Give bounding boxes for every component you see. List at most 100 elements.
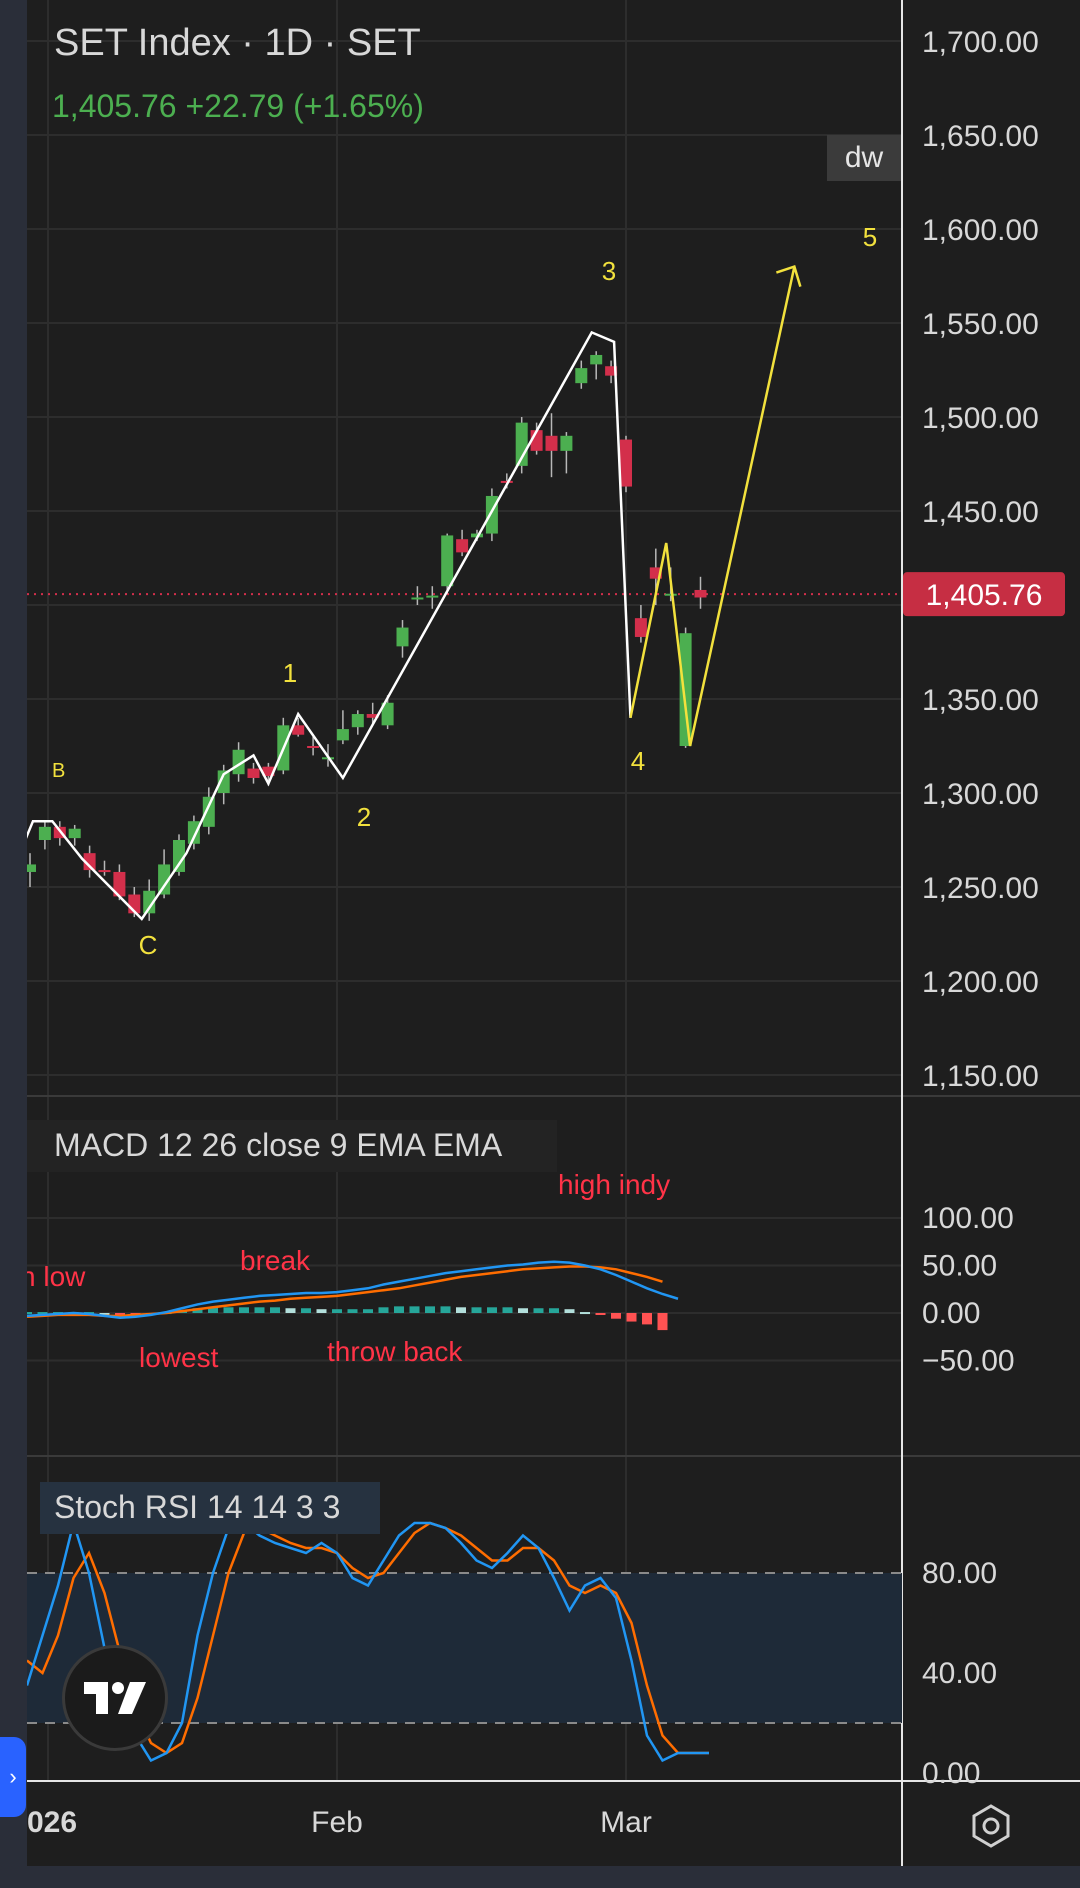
hexagon-settings-icon — [972, 1804, 1010, 1848]
wave-label-1: 1 — [283, 658, 297, 688]
candle — [98, 860, 111, 876]
chevron-right-icon: › — [9, 1764, 17, 1789]
candle-body — [694, 589, 707, 598]
candle — [351, 710, 364, 735]
macd-histogram-bar — [642, 1313, 652, 1325]
candle-body — [426, 595, 439, 598]
chart-settings-button[interactable] — [965, 1800, 1017, 1852]
candle — [575, 360, 588, 389]
wave-label-c: C — [139, 930, 158, 960]
macd-axis-label: −50.00 — [922, 1345, 1015, 1378]
macd-histogram-bar — [347, 1309, 358, 1313]
candle — [694, 576, 707, 609]
stoch-axis-label: 80.00 — [922, 1557, 997, 1590]
candle — [396, 620, 409, 658]
current-price-label: 1,405.76 — [926, 579, 1043, 612]
macd-histogram-bar — [223, 1307, 234, 1313]
macd-histogram-bar — [301, 1308, 311, 1313]
stoch-axis-label: 40.00 — [922, 1657, 997, 1690]
bottom-bar — [0, 1866, 1080, 1888]
macd-histogram-bar — [378, 1307, 389, 1313]
macd-histogram-bar — [533, 1308, 544, 1313]
macd-note-high-indy: high indy — [558, 1169, 670, 1200]
candle — [456, 529, 469, 557]
price-axis-label: 1,150.00 — [922, 1060, 1039, 1093]
macd-note-lowest: lowest — [139, 1342, 219, 1373]
macd-histogram-bar — [425, 1306, 435, 1313]
wave-label-4: 4 — [631, 746, 645, 776]
time-axis-label: Mar — [600, 1806, 652, 1839]
candle-body — [247, 768, 260, 778]
macd-axis-label: 100.00 — [922, 1202, 1014, 1235]
macd-histogram-bar — [549, 1308, 559, 1313]
price-axis-label: 1,650.00 — [922, 120, 1039, 153]
macd-histogram-bar — [580, 1312, 590, 1315]
candle-body — [68, 828, 81, 839]
wave-label-2: 2 — [357, 802, 371, 832]
candle — [679, 627, 692, 748]
macd-note-low: n low — [20, 1261, 86, 1292]
price-change-text: 1,405.76 +22.79 (+1.65%) — [52, 88, 424, 124]
candle-body — [634, 618, 647, 637]
candle-body — [351, 714, 364, 728]
macd-histogram-bar — [502, 1307, 513, 1313]
price-axis-label: 1,500.00 — [922, 402, 1039, 435]
candle-body — [307, 746, 320, 748]
candle — [560, 432, 573, 474]
tradingview-logo[interactable] — [62, 1645, 168, 1751]
projection-arrowhead — [775, 265, 802, 287]
macd-histogram-bar — [626, 1313, 637, 1322]
macd-histogram-bar — [440, 1306, 451, 1313]
macd-note-break: break — [240, 1245, 311, 1276]
candle-body — [664, 593, 677, 596]
macd-histogram-bar — [409, 1306, 420, 1313]
stoch-axis-label: 0.00 — [922, 1757, 980, 1790]
macd-histogram-bar — [316, 1309, 327, 1313]
wave-label-5: 5 — [863, 222, 877, 252]
macd-histogram-bar — [332, 1309, 342, 1313]
macd-title: MACD 12 26 close 9 EMA EMA — [54, 1127, 503, 1163]
candle-body — [98, 870, 111, 873]
macd-histogram-bar — [285, 1308, 296, 1313]
candle — [336, 710, 349, 745]
macd-histogram-bar — [564, 1309, 575, 1313]
candle-body — [456, 539, 469, 553]
tradingview-logo-icon — [84, 1682, 146, 1714]
macd-histogram-bar — [595, 1313, 606, 1315]
sidebar-toggle-button[interactable]: › — [0, 1737, 26, 1817]
chart-title: SET Index · 1D · SET — [54, 22, 421, 64]
time-axis-label: Feb — [311, 1806, 363, 1839]
candle — [634, 605, 647, 643]
candle — [545, 413, 558, 478]
candle — [485, 488, 498, 542]
price-axis-label: 1,250.00 — [922, 872, 1039, 905]
candle-body — [396, 627, 409, 647]
macd-histogram-bar — [487, 1307, 497, 1313]
candle-body — [679, 633, 692, 746]
left-toolbar-strip — [0, 0, 27, 1888]
macd-histogram-bar — [270, 1307, 280, 1313]
stoch-title: Stoch RSI 14 14 3 3 — [54, 1489, 340, 1525]
macd-histogram-bar — [471, 1307, 482, 1313]
macd-histogram-bar — [394, 1306, 404, 1313]
candle-body — [336, 729, 349, 741]
price-axis-label: 1,600.00 — [922, 214, 1039, 247]
candle — [590, 351, 603, 380]
elliott-wave-line — [13, 330, 632, 921]
candle-body — [575, 368, 588, 384]
macd-note-throw-back: throw back — [327, 1336, 463, 1367]
macd-histogram-bar — [657, 1313, 668, 1331]
candle-body — [560, 435, 573, 451]
macd-histogram-bar — [611, 1313, 621, 1319]
candle — [38, 821, 51, 850]
candle-body — [411, 597, 424, 600]
macd-histogram-bar — [518, 1308, 528, 1313]
price-axis-label: 1,450.00 — [922, 496, 1039, 529]
price-axis-label: 1,200.00 — [922, 966, 1039, 999]
chart-canvas[interactable]: B C 1 2 3 4 5 1,700.00 1,650.00 1,600.00 1,550.00 1… — [0, 0, 1080, 1888]
price-axis-label: 1,350.00 — [922, 684, 1039, 717]
candle-body — [620, 439, 632, 487]
candle-body — [545, 435, 558, 451]
macd-histogram-bar — [254, 1307, 265, 1313]
macd-histogram-bar — [239, 1307, 249, 1313]
